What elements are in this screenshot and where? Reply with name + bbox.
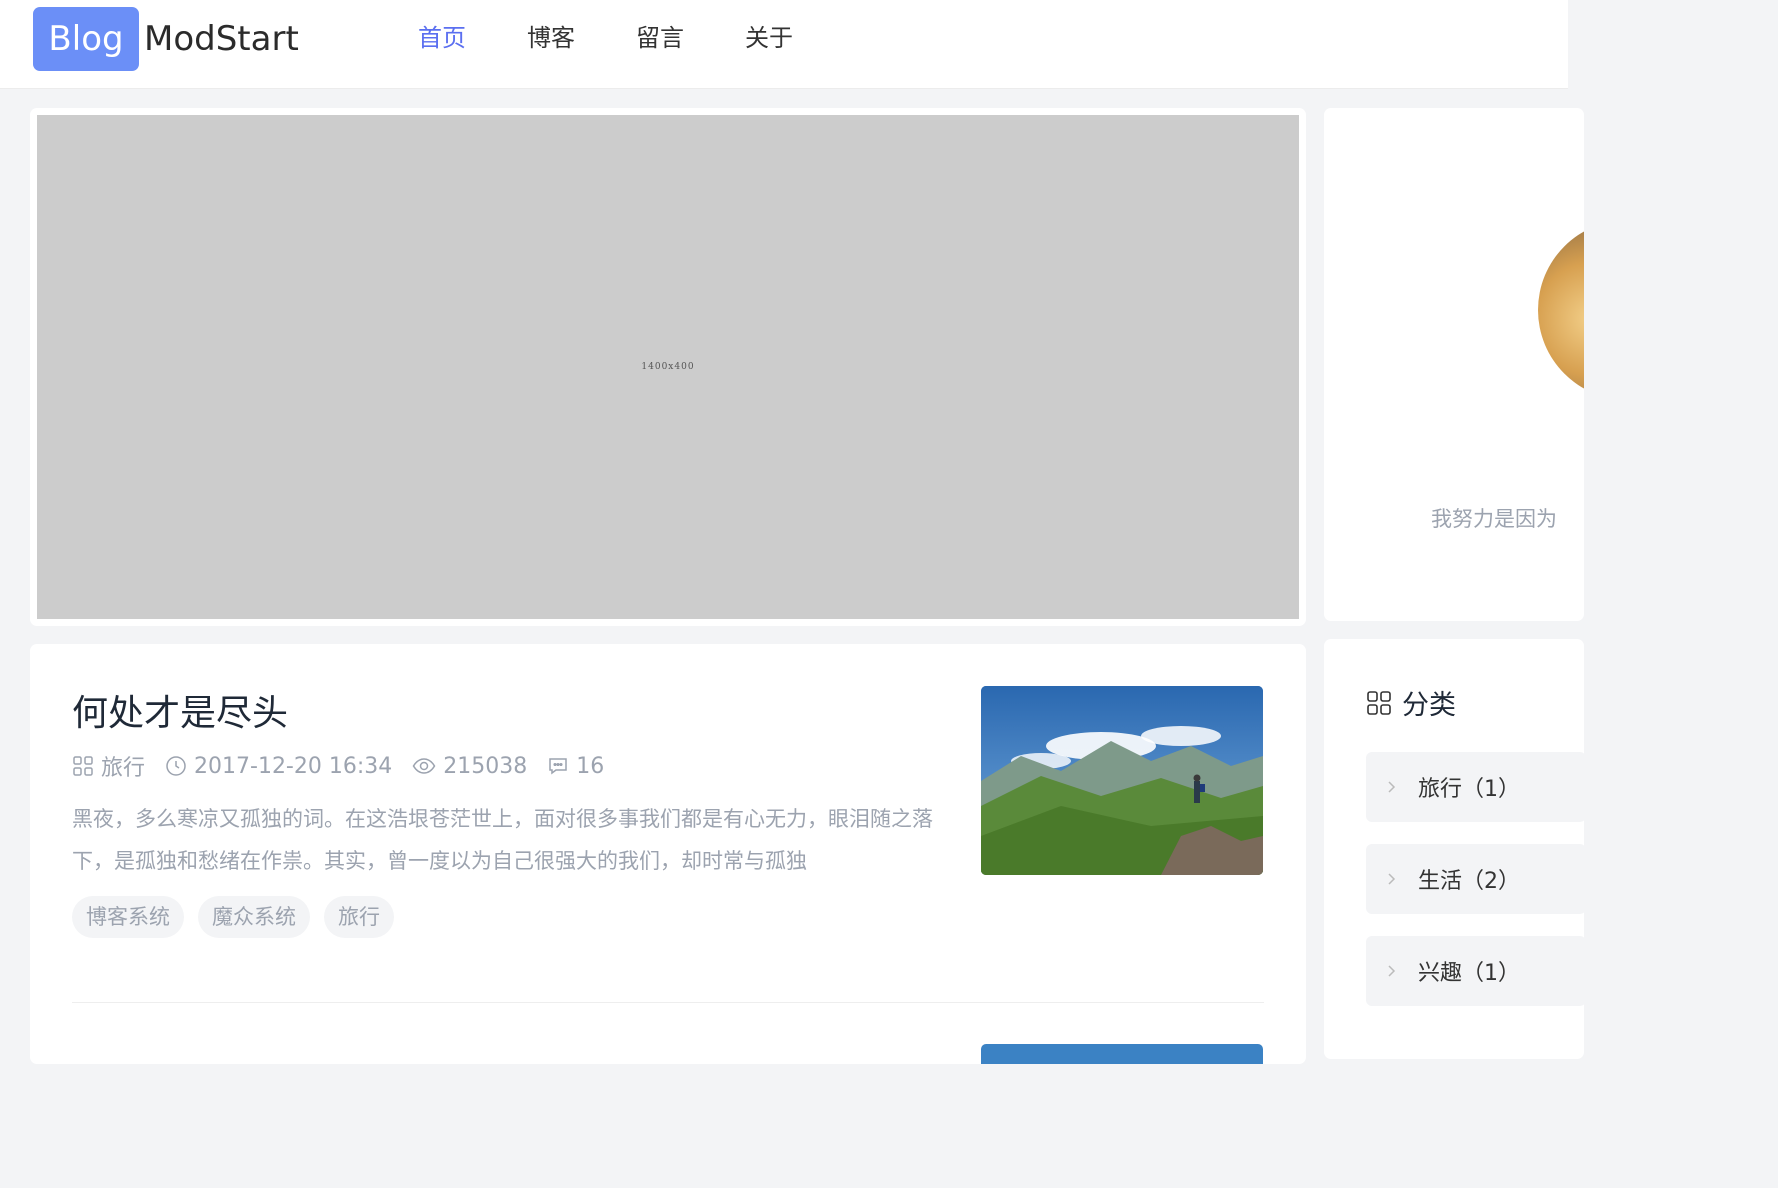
top-header: Blog ModStart 首页 博客 留言 关于 [0,0,1568,89]
post-thumbnail[interactable] [981,686,1263,875]
avatar [1538,220,1584,400]
post-comments: 16 [547,754,604,779]
post-divider [72,1002,1264,1003]
grid-icon [73,756,93,776]
banner-card: 1400x400 [30,108,1306,626]
clock-icon [166,756,186,776]
nav-item-about[interactable]: 关于 [745,16,793,60]
chevron-right-icon [1388,965,1396,977]
post-datetime: 2017-12-20 16:34 [165,754,392,779]
eye-icon [412,758,436,774]
nav-item-blog[interactable]: 博客 [527,16,575,60]
category-item-life[interactable]: 生活（2） [1366,844,1584,914]
site-logo[interactable]: Blog ModStart [33,7,299,71]
chevron-right-icon [1388,781,1396,793]
mountain-landscape-image [981,686,1263,875]
post-excerpt: 黑夜，多么寒凉又孤独的词。在这浩垠苍茫世上，面对很多事我们都是有心无力，眼泪随之… [72,807,933,873]
category-item-label: 旅行（1） [1418,777,1520,802]
category-card: 分类 旅行（1） 生活（2） 兴趣（1） [1324,639,1584,1059]
next-post-thumbnail[interactable] [981,1044,1263,1064]
post-comments-count: 16 [576,753,605,779]
banner-image[interactable]: 1400x400 [37,115,1299,619]
category-item-interest[interactable]: 兴趣（1） [1366,936,1584,1006]
banner-placeholder-label: 1400x400 [641,362,695,372]
post-views-count: 215038 [443,753,528,779]
post-list-card: 何处才是尽头 旅行 2017-12-20 16:34 215038 16 黑夜，… [30,644,1306,1064]
post-tag[interactable]: 魔众系统 [198,896,310,938]
category-item-label: 生活（2） [1418,869,1520,894]
grid-icon [1367,690,1391,715]
post-tag[interactable]: 博客系统 [72,896,184,938]
post-category[interactable]: 旅行 [72,750,145,782]
post-title[interactable]: 何处才是尽头 [72,684,288,736]
category-heading-label: 分类 [1402,690,1456,721]
post-datetime-label: 2017-12-20 16:34 [194,753,393,779]
post-views: 215038 [412,754,527,779]
comment-icon [549,758,567,775]
category-heading: 分类 [1366,683,1456,722]
post-meta: 旅行 2017-12-20 16:34 215038 16 [72,750,624,782]
profile-motto: 我努力是因为 [1431,507,1557,531]
logo-badge[interactable]: Blog [33,7,139,71]
post-category-label: 旅行 [101,756,146,781]
category-item-label: 兴趣（1） [1418,961,1520,986]
category-item-travel[interactable]: 旅行（1） [1366,752,1584,822]
post-tags: 博客系统 魔众系统 旅行 [72,896,408,938]
logo-text[interactable]: ModStart [144,19,299,59]
post-tag[interactable]: 旅行 [324,896,394,938]
nav-item-home[interactable]: 首页 [418,16,466,60]
nav-item-guestbook[interactable]: 留言 [636,16,684,60]
chevron-right-icon [1388,873,1396,885]
main-nav: 首页 博客 留言 关于 [418,16,854,60]
profile-card: 我努力是因为 [1324,108,1584,621]
